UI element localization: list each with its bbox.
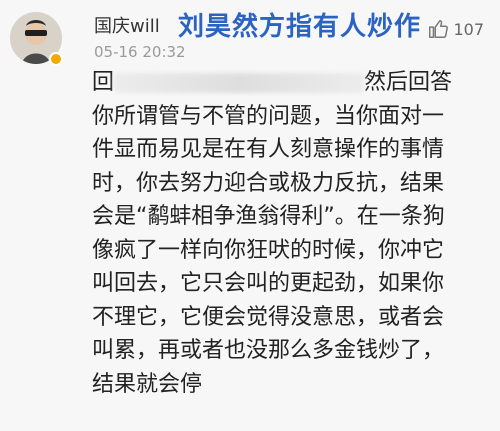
comment-line: 会是“鹬蚌相争渔翁得利”。在一条狗 <box>92 204 445 229</box>
comment-line-1: 回 然后回答 <box>92 66 492 100</box>
comment-line-1-text: 然后回答 <box>364 70 453 95</box>
comment-line: 你所谓管与不管的问题，当你面对一 <box>92 103 445 129</box>
comment-line: 像疯了一样向你狂吠的时候，你冲它 <box>92 237 445 263</box>
comment-line: 件显而易见是在有人刻意操作的事情 <box>92 137 445 162</box>
comment-line: 时，你去努力迎合或极力反抗，结果 <box>92 170 445 196</box>
verified-badge-icon <box>49 52 63 66</box>
username[interactable]: 国庆will <box>94 12 160 38</box>
comment-line: 结果就会停 <box>92 371 203 397</box>
comment-line: 叫累，再或者也没那么多金钱炒了， <box>92 338 445 363</box>
weibo-comment-card: 国庆will 05-16 20:32 刘昊然方指有人炒作 107 回 然后回答 你… <box>0 0 500 431</box>
thumbs-up-icon <box>429 20 449 38</box>
like-count: 107 <box>453 19 484 39</box>
headline-overlay: 刘昊然方指有人炒作 <box>178 12 422 42</box>
post-timestamp: 05-16 20:32 <box>94 43 186 61</box>
comment-body: 回然后回答 你所谓管与不管的问题，当你面对一 件显而易见是在有人刻意操作的事情 … <box>92 66 492 401</box>
redacted-text <box>114 73 365 93</box>
comment-line: 叫回去，它只会叫的更起劲，如果你 <box>92 271 445 296</box>
comment-line-1-prefix: 回 <box>92 70 115 95</box>
like-button[interactable]: 107 <box>427 16 484 42</box>
comment-line: 不理它，它便会觉得没意思，或者会 <box>92 304 445 330</box>
